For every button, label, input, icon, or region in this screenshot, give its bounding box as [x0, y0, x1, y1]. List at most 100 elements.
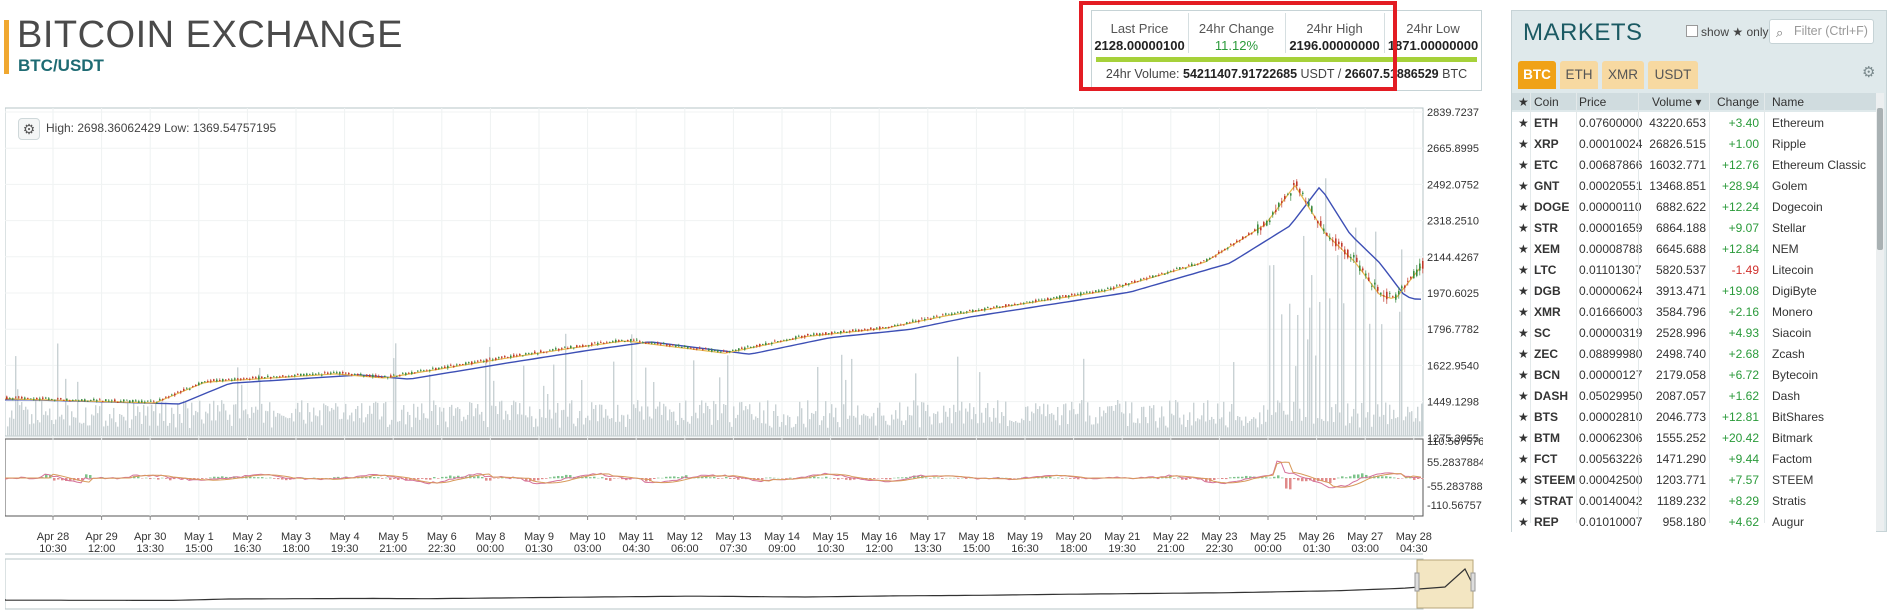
star-icon[interactable]: ★: [1518, 200, 1529, 214]
volume-bar: [1063, 404, 1064, 436]
star-icon[interactable]: ★: [1518, 347, 1529, 361]
volume-bar: [971, 419, 972, 436]
filter-input[interactable]: Filter (Ctrl+F): [1769, 19, 1874, 44]
star-icon[interactable]: ★: [1518, 473, 1529, 487]
star-icon[interactable]: ★: [1518, 179, 1529, 193]
table-row[interactable]: ★BCN0.000001272179.058+6.72Bytecoin: [1512, 364, 1876, 385]
volume-bar: [921, 402, 922, 436]
volume-bar: [909, 415, 910, 436]
star-icon[interactable]: ★: [1518, 515, 1529, 529]
volume-bar: [779, 427, 780, 436]
table-row[interactable]: ★ETC0.0068786616032.771+12.76Ethereum Cl…: [1512, 154, 1876, 175]
header-change[interactable]: Change: [1717, 95, 1759, 109]
markets-scroll-thumb[interactable]: [1877, 108, 1883, 250]
volume-bar: [1059, 425, 1060, 436]
volume-bar: [691, 416, 692, 436]
coin-price: 0.00687866: [1579, 158, 1642, 172]
candle-body: [1128, 283, 1130, 285]
table-row[interactable]: ★DGB0.000006243913.471+19.08DigiByte: [1512, 280, 1876, 301]
star-icon[interactable]: ★: [1518, 452, 1529, 466]
markets-settings-gear-icon[interactable]: ⚙: [1862, 63, 1875, 81]
table-row[interactable]: ★GNT0.0002055113468.851+28.94Golem: [1512, 175, 1876, 196]
price-chart[interactable]: 2839.72372665.89952492.07522318.25102144…: [5, 104, 1483, 610]
table-row[interactable]: ★BTS0.000028102046.773+12.81BitShares: [1512, 406, 1876, 427]
table-row[interactable]: ★ETH0.0760000043220.653+3.40Ethereum: [1512, 112, 1876, 133]
header-coin[interactable]: Coin: [1534, 95, 1559, 109]
volume-bar: [935, 414, 936, 436]
star-icon[interactable]: ★: [1518, 326, 1529, 340]
table-row[interactable]: ★XMR0.016660033584.796+2.16Monero: [1512, 301, 1876, 322]
table-row[interactable]: ★XEM0.000087886645.688+12.84NEM: [1512, 238, 1876, 259]
x-axis-date: May 12: [667, 531, 703, 543]
table-row[interactable]: ★LTC0.011013075820.537-1.49Litecoin: [1512, 259, 1876, 280]
table-row[interactable]: ★BTM0.000623061555.252+20.42Bitmark: [1512, 427, 1876, 448]
volume-bar: [9, 418, 10, 436]
volume-bar: [683, 420, 684, 436]
candle-body: [138, 401, 140, 403]
candle-body: [1179, 267, 1181, 269]
volume-bar: [91, 414, 92, 436]
tab-xmr[interactable]: XMR: [1602, 61, 1644, 89]
header-name[interactable]: Name: [1772, 95, 1804, 109]
table-row[interactable]: ★STEEM0.000425001203.771+7.57STEEM: [1512, 469, 1876, 490]
chart-settings-gear-icon[interactable]: ⚙: [18, 118, 40, 140]
star-icon[interactable]: ★: [1518, 221, 1529, 235]
star-icon[interactable]: ★: [1518, 410, 1529, 424]
table-row[interactable]: ★SC0.000003192528.996+4.93Siacoin: [1512, 322, 1876, 343]
tab-btc[interactable]: BTC: [1518, 61, 1556, 89]
x-axis-date: May 17: [910, 531, 946, 543]
volume-bar: [1017, 423, 1018, 436]
star-icon[interactable]: ★: [1518, 158, 1529, 172]
volume-bar: [1309, 308, 1310, 436]
volume-bar: [447, 427, 448, 436]
star-icon[interactable]: ★: [1518, 368, 1529, 382]
star-icon[interactable]: ★: [1518, 137, 1529, 151]
candle-body: [399, 375, 401, 376]
macd-histogram-bar: [873, 478, 876, 479]
volume-bar: [1065, 403, 1066, 436]
star-icon[interactable]: ★: [1518, 242, 1529, 256]
volume-bar: [1221, 417, 1222, 436]
star-icon[interactable]: ★: [1518, 494, 1529, 508]
candle-body: [153, 402, 155, 403]
table-row[interactable]: ★REP0.01010007958.180+4.62Augur: [1512, 511, 1876, 532]
x-axis-time: 19:30: [1108, 543, 1136, 555]
volume-bar: [485, 359, 486, 436]
header-volume[interactable]: Volume ▾: [1652, 95, 1701, 109]
table-row[interactable]: ★STRAT0.001400421189.232+8.29Stratis: [1512, 490, 1876, 511]
tab-usdt[interactable]: USDT: [1648, 61, 1698, 89]
star-icon[interactable]: ★: [1518, 305, 1529, 319]
table-row[interactable]: ★ZEC0.088999802498.740+2.68Zcash: [1512, 343, 1876, 364]
star-icon[interactable]: ★: [1518, 284, 1529, 298]
volume-bar: [951, 423, 952, 436]
coin-name: Zcash: [1772, 347, 1805, 361]
show-starred-checkbox[interactable]: [1686, 25, 1698, 37]
candle-body: [1203, 260, 1205, 261]
coin-name: Augur: [1772, 515, 1804, 529]
table-row[interactable]: ★FCT0.005632261471.290+9.44Factom: [1512, 448, 1876, 469]
candle-body: [759, 344, 761, 346]
show-starred-toggle[interactable]: show ★ only: [1686, 25, 1768, 39]
candle-body: [957, 312, 959, 313]
volume-bar: [665, 406, 666, 436]
volume-bar: [831, 404, 832, 436]
volume-bar: [525, 415, 526, 436]
volume-bar: [827, 428, 828, 436]
table-row[interactable]: ★DOGE0.000001106882.622+12.24Dogecoin: [1512, 196, 1876, 217]
candle-body: [918, 320, 920, 322]
table-row[interactable]: ★XRP0.0001002426826.515+1.00Ripple: [1512, 133, 1876, 154]
star-icon[interactable]: ★: [1518, 116, 1529, 130]
star-icon[interactable]: ★: [1518, 389, 1529, 403]
volume-bar: [1169, 401, 1170, 436]
header-price[interactable]: Price: [1579, 95, 1606, 109]
macd-histogram-bar: [1337, 478, 1340, 479]
volume-bar: [335, 403, 336, 436]
volume-bar: [847, 419, 848, 436]
volume-bar: [273, 411, 274, 436]
star-icon[interactable]: ★: [1518, 263, 1529, 277]
table-row[interactable]: ★STR0.000016596864.188+9.07Stellar: [1512, 217, 1876, 238]
column-separator: [1764, 93, 1765, 523]
table-row[interactable]: ★DASH0.050299502087.057+1.62Dash: [1512, 385, 1876, 406]
tab-eth[interactable]: ETH: [1560, 61, 1598, 89]
star-icon[interactable]: ★: [1518, 431, 1529, 445]
